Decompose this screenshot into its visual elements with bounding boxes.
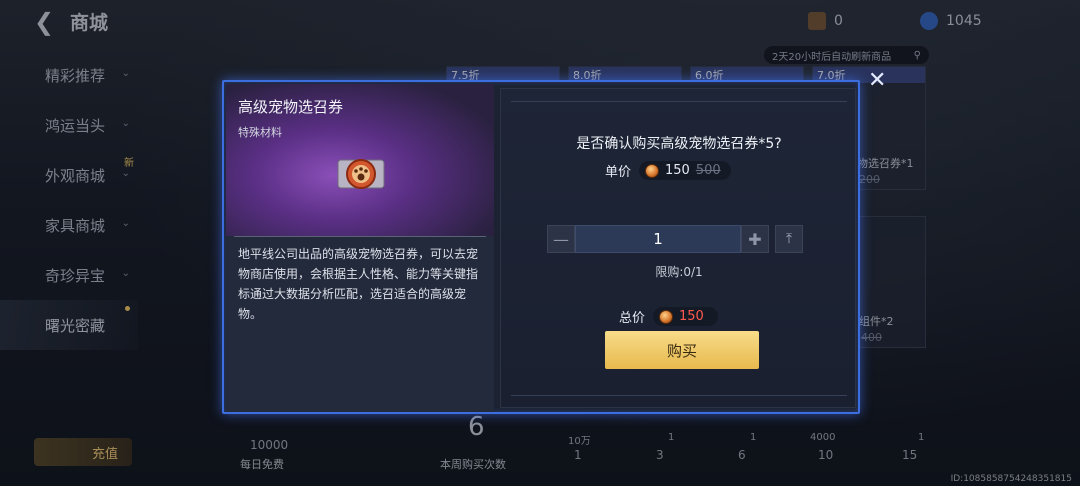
buy-button[interactable]: 购买 <box>605 331 759 369</box>
quantity-input[interactable]: 1 <box>575 225 741 253</box>
decorative-line <box>511 395 847 396</box>
item-name: 高级宠物选召券 <box>238 98 344 116</box>
buy-label: 购买 <box>666 341 697 360</box>
max-icon: ⤒ <box>785 231 793 247</box>
item-type: 特殊材料 <box>238 126 282 139</box>
item-description: 地平线公司出品的高级宠物选召券，可以去宠物商店使用，会根据主人性格、能力等关键指… <box>238 247 479 321</box>
total-price: 总价 150 <box>619 307 718 326</box>
purchase-limit: 限购:0/1 <box>655 265 703 279</box>
total-price-pill: 150 <box>653 307 718 326</box>
close-icon[interactable]: ✕ <box>868 68 886 93</box>
item-info-panel: 高级宠物选召券 特殊材料 地平线公司出品的高级宠物选召券，可以去宠物商店使用，会… <box>226 84 494 412</box>
decorative-line <box>511 101 847 102</box>
total-price-value: 150 <box>679 309 704 324</box>
coin-icon <box>645 163 660 178</box>
coin-icon <box>659 309 674 324</box>
unit-price-pill: 150 500 <box>639 161 731 180</box>
plus-button[interactable]: ✚ <box>741 225 769 253</box>
purchase-dialog: 高级宠物选召券 特殊材料 地平线公司出品的高级宠物选召券，可以去宠物商店使用，会… <box>222 80 860 414</box>
quantity-stepper: — 1 ✚ ⤒ <box>547 225 803 253</box>
unit-price-label: 单价 <box>605 165 632 180</box>
original-price: 500 <box>695 163 721 178</box>
divider <box>234 236 486 237</box>
pet-ticket-icon <box>337 159 385 189</box>
minus-icon: — <box>553 229 569 249</box>
unit-price-value: 150 <box>665 163 690 178</box>
plus-icon: ✚ <box>748 229 762 249</box>
purchase-panel: 是否确认购买高级宠物选召券*5? 单价 150 500 — 1 ✚ ⤒ 限购:0… <box>500 88 856 408</box>
max-button[interactable]: ⤒ <box>775 225 803 253</box>
minus-button[interactable]: — <box>547 225 575 253</box>
total-label: 总价 <box>619 311 646 326</box>
confirm-text: 是否确认购买高级宠物选召券*5? <box>576 136 782 152</box>
quantity-value: 1 <box>653 230 663 248</box>
unit-price: 单价 150 500 <box>605 161 731 180</box>
item-hero: 高级宠物选召券 特殊材料 <box>226 84 494 236</box>
